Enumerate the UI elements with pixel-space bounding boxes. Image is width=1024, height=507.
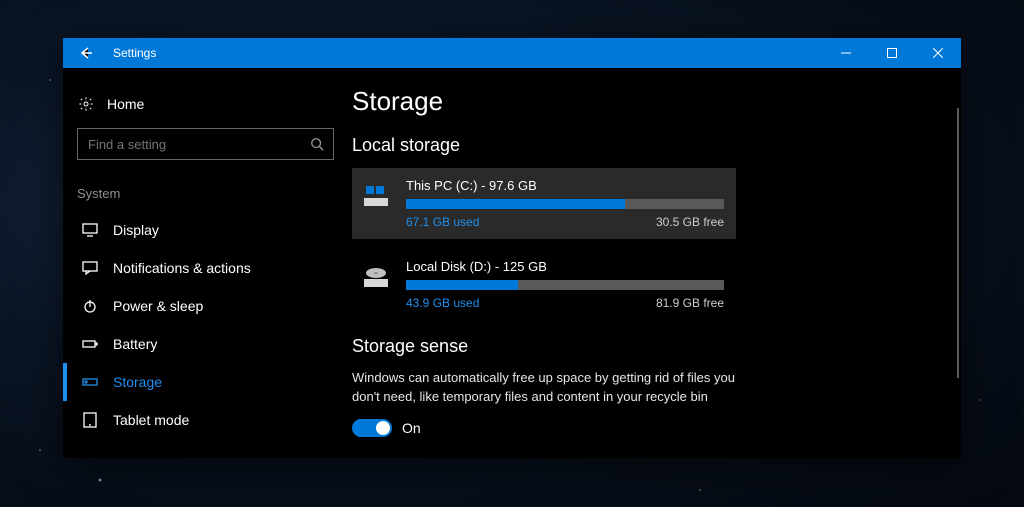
sidebar-item-label: Display [113, 222, 159, 238]
sidebar-item-label: Storage [113, 374, 162, 390]
sidebar-item-label: Notifications & actions [113, 260, 251, 276]
page-title: Storage [352, 86, 941, 117]
maximize-icon [887, 48, 897, 58]
titlebar: Settings [63, 38, 961, 68]
drive-body: Local Disk (D:) - 125 GB 43.9 GB used 81… [406, 259, 724, 310]
search-input[interactable] [77, 128, 334, 160]
drive-d[interactable]: Local Disk (D:) - 125 GB 43.9 GB used 81… [352, 249, 736, 320]
sidebar-item-power[interactable]: Power & sleep [63, 287, 348, 325]
sidebar-item-notifications[interactable]: Notifications & actions [63, 249, 348, 287]
minimize-icon [841, 48, 851, 58]
settings-window: Settings Home System [63, 38, 961, 458]
gear-icon [77, 96, 95, 112]
drive-disk-icon [360, 261, 392, 293]
maximize-button[interactable] [869, 38, 915, 68]
drive-c[interactable]: This PC (C:) - 97.6 GB 67.1 GB used 30.5… [352, 168, 736, 239]
content: Storage Local storage This PC (C:) - 97.… [348, 68, 961, 458]
arrow-left-icon [78, 45, 94, 61]
drive-free: 81.9 GB free [656, 296, 724, 310]
sidebar-item-battery[interactable]: Battery [63, 325, 348, 363]
sidebar-item-display[interactable]: Display [63, 211, 348, 249]
drive-title: Local Disk (D:) - 125 GB [406, 259, 724, 274]
drive-free: 30.5 GB free [656, 215, 724, 229]
storage-sense-heading: Storage sense [352, 336, 941, 357]
sidebar-item-tablet[interactable]: Tablet mode [63, 401, 348, 439]
storage-icon [81, 374, 99, 390]
home-label: Home [107, 96, 144, 112]
local-storage-heading: Local storage [352, 135, 941, 156]
sidebar-group-system: System [63, 178, 348, 211]
chat-icon [81, 260, 99, 276]
usage-bar [406, 280, 724, 290]
power-icon [81, 298, 99, 314]
close-icon [933, 48, 943, 58]
usage-bar-fill [406, 280, 518, 290]
monitor-icon [81, 222, 99, 238]
drive-windows-icon [360, 180, 392, 212]
drive-body: This PC (C:) - 97.6 GB 67.1 GB used 30.5… [406, 178, 724, 229]
home-link[interactable]: Home [63, 88, 348, 128]
search-wrap [63, 128, 348, 178]
storage-sense-toggle-row: On [352, 419, 941, 437]
usage-bar-fill [406, 199, 625, 209]
usage-bar [406, 199, 724, 209]
window-title: Settings [109, 46, 156, 60]
sidebar-item-label: Battery [113, 336, 157, 352]
sidebar-item-label: Power & sleep [113, 298, 203, 314]
sidebar-item-label: Tablet mode [113, 412, 189, 428]
tablet-icon [81, 412, 99, 428]
drive-used: 67.1 GB used [406, 215, 479, 229]
back-button[interactable] [63, 38, 109, 68]
close-button[interactable] [915, 38, 961, 68]
sidebar: Home System Display Notifications & acti… [63, 68, 348, 458]
search-icon [310, 137, 324, 151]
battery-icon [81, 336, 99, 352]
drive-meta: 43.9 GB used 81.9 GB free [406, 296, 724, 310]
storage-sense-toggle[interactable] [352, 419, 392, 437]
minimize-button[interactable] [823, 38, 869, 68]
toggle-label: On [402, 420, 421, 436]
window-body: Home System Display Notifications & acti… [63, 68, 961, 458]
sidebar-item-storage[interactable]: Storage [63, 363, 348, 401]
drive-title: This PC (C:) - 97.6 GB [406, 178, 724, 193]
storage-sense-description: Windows can automatically free up space … [352, 369, 742, 407]
drive-used: 43.9 GB used [406, 296, 479, 310]
drive-meta: 67.1 GB used 30.5 GB free [406, 215, 724, 229]
scrollbar[interactable] [957, 108, 959, 378]
